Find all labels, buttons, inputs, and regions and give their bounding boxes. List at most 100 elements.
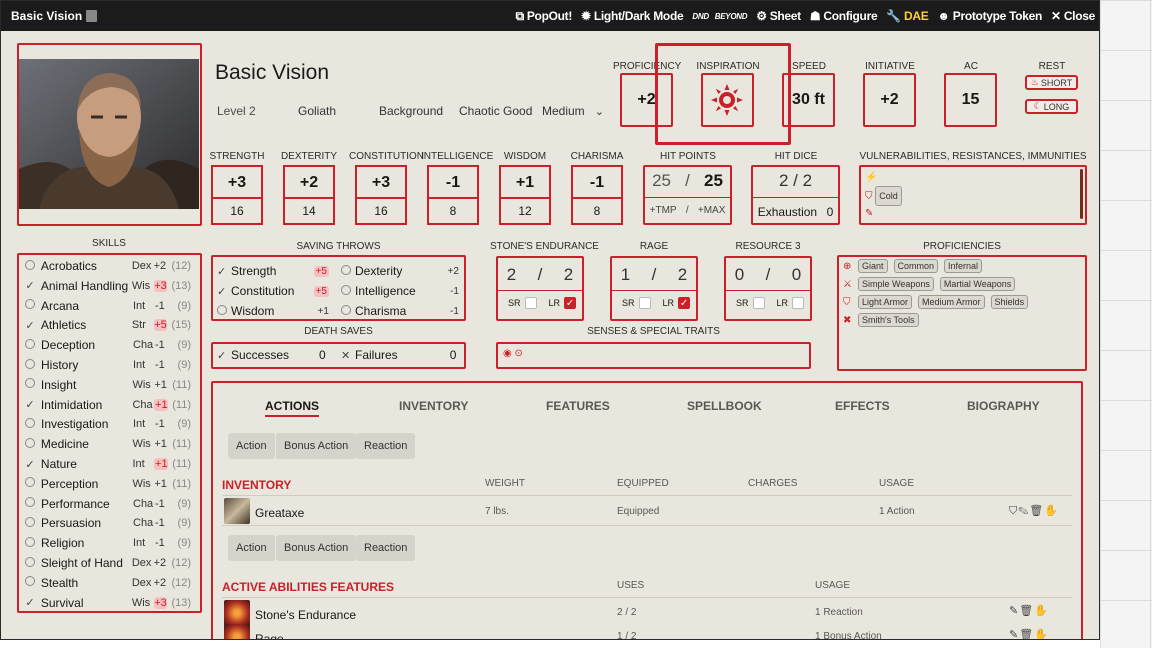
resource-1-sr-checkbox[interactable] — [524, 297, 537, 309]
hand-icon[interactable]: ✋ — [1044, 505, 1059, 517]
resource-1-lr-checkbox[interactable]: ✓ — [564, 297, 577, 309]
dndbeyond-button[interactable]: DND BEYOND — [692, 12, 747, 20]
edit-icon[interactable]: ✎ — [1009, 629, 1019, 639]
ability-name[interactable]: Rage — [255, 632, 284, 639]
unproficient-circle-icon[interactable] — [23, 576, 37, 589]
filter-reaction[interactable]: Reaction — [356, 433, 416, 459]
tab-biography[interactable]: Biography — [967, 399, 1040, 413]
charisma-score[interactable]: 8 — [571, 197, 623, 225]
unproficient-circle-icon[interactable] — [23, 378, 37, 391]
tab-spellbook[interactable]: Spellbook — [687, 399, 762, 413]
inventory-item-name[interactable]: Greataxe — [255, 506, 304, 520]
ac-value[interactable]: 15 — [944, 91, 997, 109]
dexterity-score[interactable]: 14 — [283, 197, 335, 225]
unproficient-circle-icon[interactable] — [23, 437, 37, 451]
size-select[interactable]: Medium ⌄ — [542, 104, 604, 118]
tab-features[interactable]: Features — [546, 399, 610, 413]
configure-button[interactable]: ☗ Configure — [810, 9, 878, 23]
window-titlebar[interactable]: Basic Vision ⧉ PopOut! ✹ Light/Dark Mode D… — [1, 1, 1099, 31]
hit-dice-value[interactable]: 2 / 2 — [751, 171, 840, 191]
death-failures[interactable]: ✕ Failures 0 — [341, 346, 456, 364]
resource-2-lr-checkbox[interactable]: ✓ — [678, 297, 691, 309]
death-successes[interactable]: ✓ Successes 0 — [217, 346, 326, 364]
resource-2-max[interactable]: 2 — [678, 265, 687, 285]
character-race[interactable]: Goliath — [298, 104, 336, 118]
skill-row-investigation[interactable]: Investigation Int -1 (9) — [19, 414, 199, 434]
resource-3-sr-checkbox[interactable] — [752, 297, 765, 309]
popout-button[interactable]: ⧉ PopOut! — [516, 9, 573, 24]
ability-uses[interactable]: 1 / 2 — [617, 631, 636, 639]
prototype-token-button[interactable]: ☻ Prototype Token — [937, 9, 1042, 23]
ability-icon[interactable] — [224, 624, 250, 639]
tab-effects[interactable]: Effects — [835, 399, 890, 413]
save-constitution[interactable]: ✓ Constitution +5 — [217, 282, 329, 300]
resource-1-value[interactable]: 2 — [507, 265, 516, 285]
skill-row-insight[interactable]: Insight Wis +1 (11) — [19, 375, 199, 395]
short-rest-button[interactable]: ♨ SHORT — [1025, 75, 1078, 90]
hand-icon[interactable]: ✋ — [1034, 629, 1049, 639]
tab-inventory[interactable]: Inventory — [399, 399, 468, 413]
proficient-check-icon[interactable]: ✓ — [23, 319, 37, 332]
edit-icon[interactable]: ✎ — [1009, 605, 1019, 617]
light-dark-mode-button[interactable]: ✹ Light/Dark Mode — [581, 9, 684, 23]
save-strength[interactable]: ✓ Strength +5 — [217, 262, 329, 280]
unproficient-circle-icon[interactable] — [23, 358, 37, 372]
trash-icon[interactable]: 🗑 — [1019, 605, 1034, 617]
proficient-check-icon[interactable]: ✓ — [23, 458, 37, 471]
unproficient-circle-icon[interactable] — [23, 516, 37, 530]
resource-2-sr-checkbox[interactable] — [638, 297, 651, 309]
hp-current[interactable]: 25 — [652, 171, 671, 191]
unproficient-circle-icon[interactable] — [23, 556, 37, 570]
long-rest-button[interactable]: ☾ LONG — [1025, 99, 1078, 114]
unproficient-circle-icon[interactable] — [23, 259, 37, 273]
skill-row-religion[interactable]: Religion Int -1 (9) — [19, 533, 199, 553]
tab-actions[interactable]: Actions — [265, 399, 319, 417]
skill-row-perception[interactable]: Perception Wis +1 (11) — [19, 474, 199, 494]
skill-row-deception[interactable]: Deception Cha -1 (9) — [19, 335, 199, 355]
intelligence-score[interactable]: 8 — [427, 197, 479, 225]
character-alignment[interactable]: Chaotic Good — [459, 104, 532, 118]
filter-bonus-action[interactable]: Bonus Action — [276, 433, 357, 459]
unproficient-circle-icon[interactable] — [23, 417, 37, 431]
close-button[interactable]: ✕ Close — [1051, 9, 1095, 23]
initiative-value[interactable]: +2 — [863, 91, 916, 109]
wisdom-score[interactable]: 12 — [499, 197, 551, 225]
character-name[interactable]: Basic Vision — [215, 61, 329, 85]
wisdom-modifier[interactable]: +1 — [499, 165, 551, 199]
constitution-modifier[interactable]: +3 — [355, 165, 407, 199]
sheet-button[interactable]: ⚙ Sheet — [756, 9, 801, 23]
filter-action[interactable]: Action — [228, 433, 275, 459]
skill-row-athletics[interactable]: ✓ Athletics Str +5 (15) — [19, 315, 199, 335]
constitution-score[interactable]: 16 — [355, 197, 407, 225]
hp-tmp-input[interactable]: +TMP — [650, 205, 677, 216]
dae-button[interactable]: 🔧 DAE — [886, 9, 928, 23]
filter-bonus-action[interactable]: Bonus Action — [276, 535, 357, 561]
unproficient-circle-icon[interactable] — [23, 299, 37, 312]
proficient-check-icon[interactable]: ✓ — [23, 279, 37, 292]
skill-row-stealth[interactable]: Stealth Dex +2 (12) — [19, 573, 199, 593]
resource-2-value[interactable]: 1 — [621, 265, 630, 285]
skill-row-nature[interactable]: ✓ Nature Int +1 (11) — [19, 454, 199, 474]
trash-icon[interactable]: 🗑 — [1019, 629, 1034, 639]
unproficient-circle-icon[interactable] — [23, 477, 37, 490]
traits-scrollbar[interactable] — [1080, 169, 1083, 219]
filter-action[interactable]: Action — [228, 535, 275, 561]
strength-modifier[interactable]: +3 — [211, 165, 263, 199]
save-intelligence[interactable]: Intelligence -1 — [341, 282, 459, 300]
skill-row-performance[interactable]: Performance Cha -1 (9) — [19, 494, 199, 514]
strength-score[interactable]: 16 — [211, 197, 263, 225]
greataxe-icon[interactable] — [224, 498, 250, 524]
skill-row-sleight-of-hand[interactable]: Sleight of Hand Dex +2 (12) — [19, 553, 199, 573]
unproficient-circle-icon[interactable] — [23, 536, 37, 550]
skill-row-history[interactable]: History Int -1 (9) — [19, 355, 199, 375]
ability-name[interactable]: Stone's Endurance — [255, 608, 356, 622]
intelligence-modifier[interactable]: -1 — [427, 165, 479, 199]
charisma-modifier[interactable]: -1 — [571, 165, 623, 199]
trash-icon[interactable]: 🗑 — [1029, 505, 1044, 517]
save-dexterity[interactable]: Dexterity +2 — [341, 262, 459, 280]
skill-row-survival[interactable]: ✓ Survival Wis +3 (13) — [19, 593, 199, 613]
character-portrait[interactable] — [19, 59, 199, 209]
skill-row-intimidation[interactable]: ✓ Intimidation Cha +1 (11) — [19, 395, 199, 415]
resource-1-max[interactable]: 2 — [564, 265, 573, 285]
hp-tmax-input[interactable]: +MAX — [698, 205, 726, 216]
